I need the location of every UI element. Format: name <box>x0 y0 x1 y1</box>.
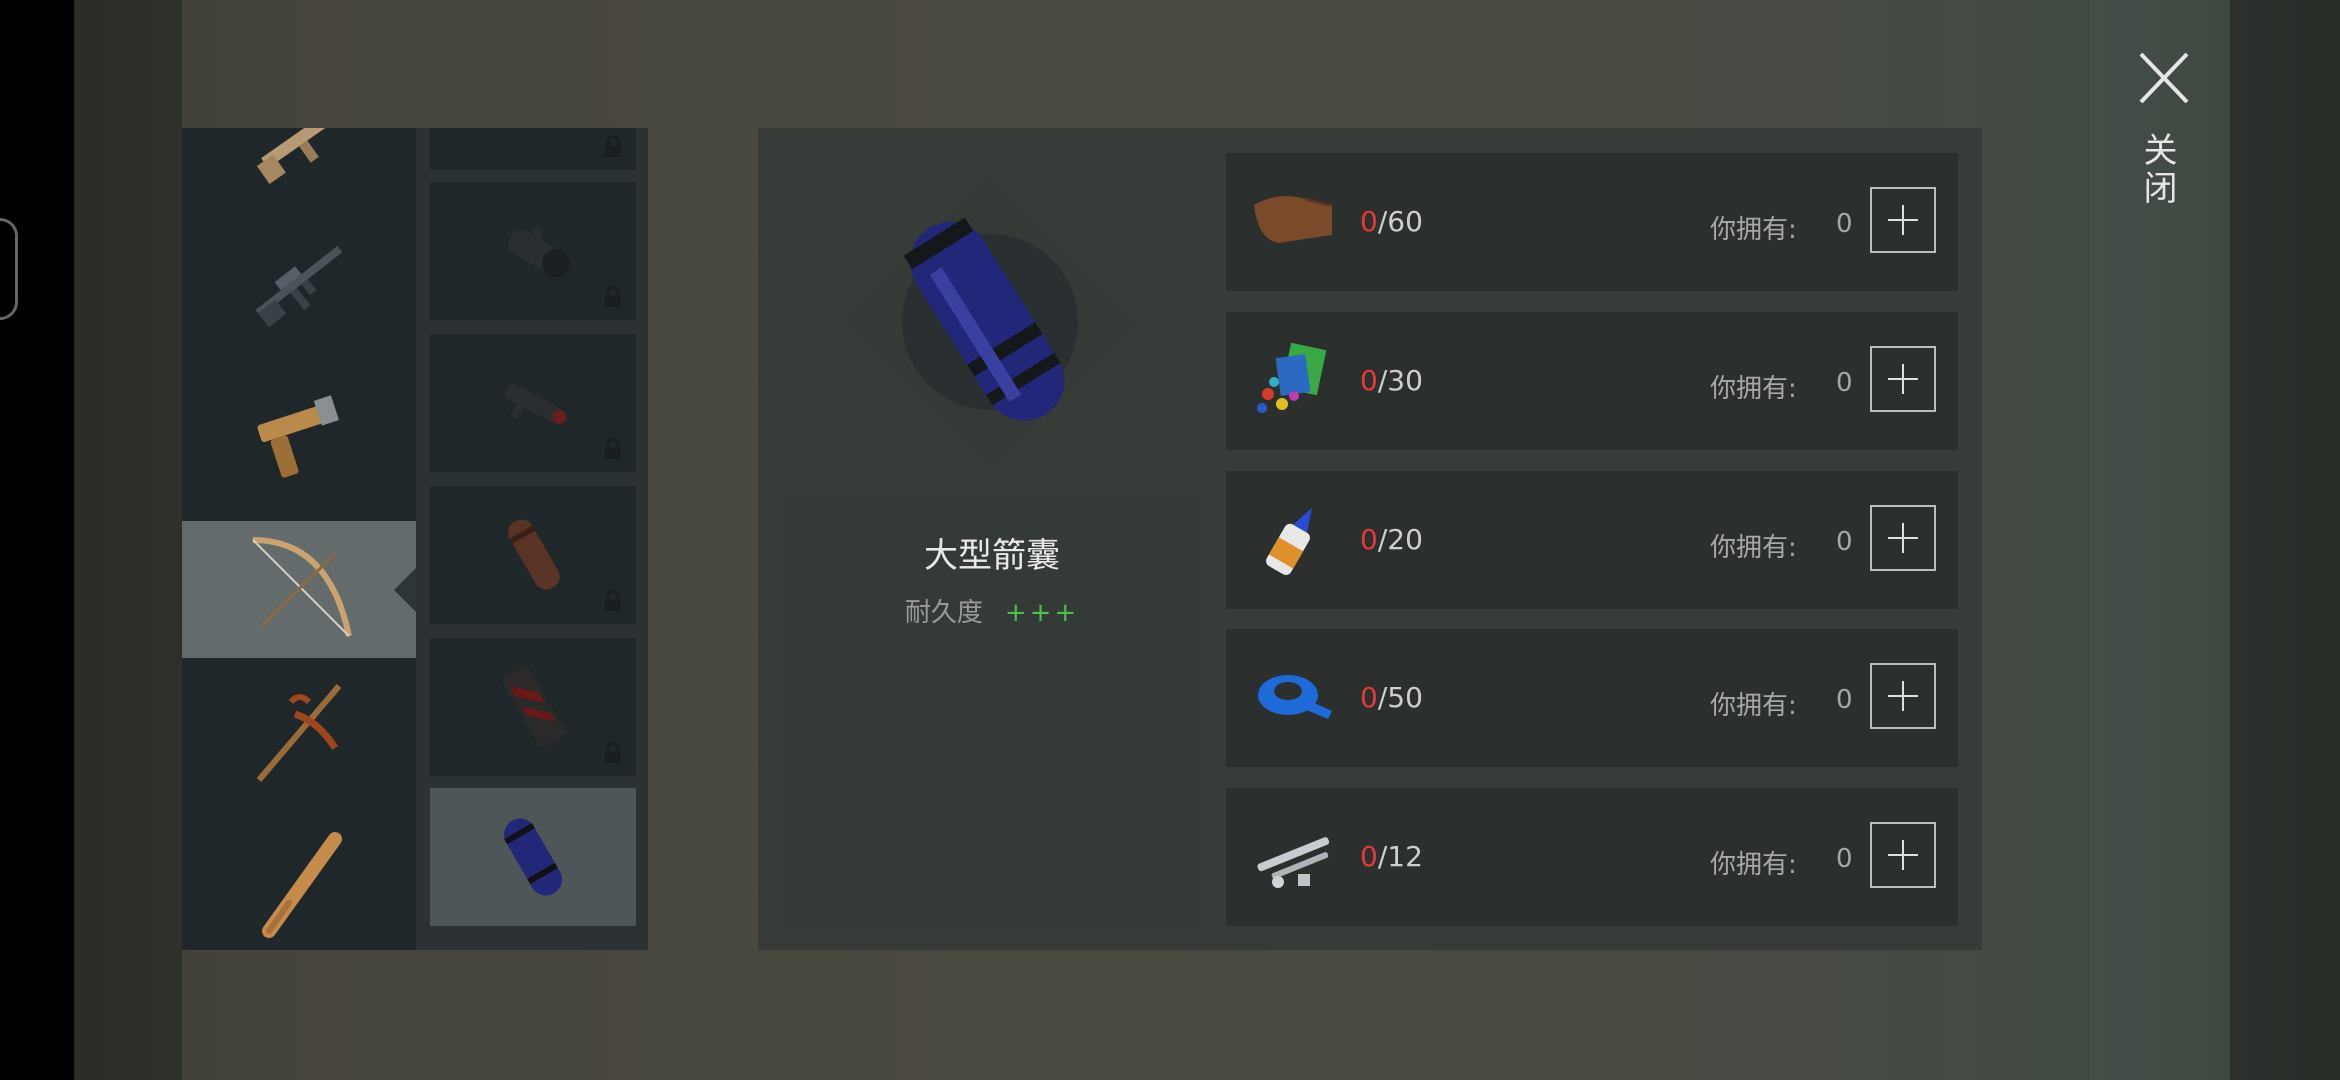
tape-icon <box>1258 675 1332 719</box>
background-left-shade <box>74 0 182 1080</box>
own-value: 0 <box>1836 368 1853 398</box>
material-count: 0/30 <box>1360 364 1423 397</box>
rifle-icon <box>256 128 337 184</box>
assault-rifle-icon <box>255 245 343 327</box>
material-row: 0/12 你拥有: 0 <box>1226 788 1958 926</box>
own-label: 你拥有: <box>1710 691 1797 721</box>
durability-value: +++ <box>1004 598 1080 628</box>
leather-icon <box>1254 196 1333 243</box>
add-material-button[interactable] <box>1870 505 1936 571</box>
add-material-button[interactable] <box>1870 187 1936 253</box>
material-count: 0/12 <box>1360 840 1423 873</box>
own-value: 0 <box>1836 685 1853 715</box>
lock-icon <box>605 438 621 459</box>
category-pistol[interactable] <box>182 364 416 501</box>
material-count: 0/20 <box>1360 523 1423 556</box>
blue-quiver-icon <box>504 818 562 896</box>
metal-parts-icon <box>1257 837 1330 888</box>
lock-icon <box>605 742 621 763</box>
lock-icon <box>605 590 621 611</box>
category-pickaxe[interactable] <box>182 663 416 800</box>
item-list[interactable] <box>416 128 648 950</box>
category-rifle[interactable] <box>182 128 416 207</box>
own-label: 你拥有: <box>1710 850 1797 880</box>
own-label: 你拥有: <box>1710 533 1797 563</box>
material-count: 0/60 <box>1360 205 1423 238</box>
weapon-category-list[interactable] <box>182 128 416 950</box>
close-button[interactable] <box>2135 48 2193 108</box>
item-slot-blue-quiver[interactable] <box>430 788 636 926</box>
notch-outline <box>0 218 18 320</box>
screen-edge <box>0 0 74 1080</box>
own-value: 0 <box>1836 209 1853 239</box>
material-row: 0/60 你拥有: 0 <box>1226 153 1958 291</box>
material-row: 0/20 你拥有: 0 <box>1226 471 1958 609</box>
baseball-bat-icon <box>262 831 342 938</box>
close-label[interactable]: 关闭 <box>2137 132 2182 208</box>
lock-icon <box>605 286 621 307</box>
small-scope-icon <box>504 383 567 425</box>
item-preview <box>842 174 1138 470</box>
durability: 耐久度 +++ <box>780 592 1204 629</box>
item-slot-locked[interactable] <box>430 128 636 170</box>
own-label: 你拥有: <box>1710 215 1797 245</box>
leather-quiver-icon <box>508 519 560 590</box>
own-value: 0 <box>1836 527 1853 557</box>
lock-icon <box>605 136 621 157</box>
own-label: 你拥有: <box>1710 374 1797 404</box>
durability-label: 耐久度 <box>904 598 983 628</box>
item-slot-red-quiver[interactable] <box>430 638 636 776</box>
bow-icon <box>252 536 352 637</box>
item-slot-leather-quiver[interactable] <box>430 486 636 624</box>
large-scope-icon <box>508 226 571 278</box>
close-icon <box>2139 52 2189 104</box>
category-baseball-bat[interactable] <box>182 818 416 950</box>
red-quiver-icon <box>502 665 566 748</box>
category-assault-rifle[interactable] <box>182 212 416 349</box>
add-material-button[interactable] <box>1870 822 1936 888</box>
item-name: 大型箭囊 <box>924 536 1060 576</box>
item-slot-small-scope[interactable] <box>430 334 636 472</box>
item-slot-scope[interactable] <box>430 182 636 320</box>
cloth-scraps-icon <box>1257 342 1327 413</box>
add-material-button[interactable] <box>1870 663 1936 729</box>
material-row: 0/30 你拥有: 0 <box>1226 312 1958 450</box>
selection-arrow <box>394 568 416 612</box>
glue-icon <box>1266 507 1312 575</box>
own-value: 0 <box>1836 844 1853 874</box>
background-right-shade <box>2230 0 2340 1080</box>
pistol-icon <box>257 394 339 478</box>
material-row: 0/50 你拥有: 0 <box>1226 629 1958 767</box>
add-material-button[interactable] <box>1870 346 1936 412</box>
category-bow[interactable] <box>182 521 416 658</box>
material-count: 0/50 <box>1360 681 1423 714</box>
pickaxe-icon <box>256 683 342 782</box>
